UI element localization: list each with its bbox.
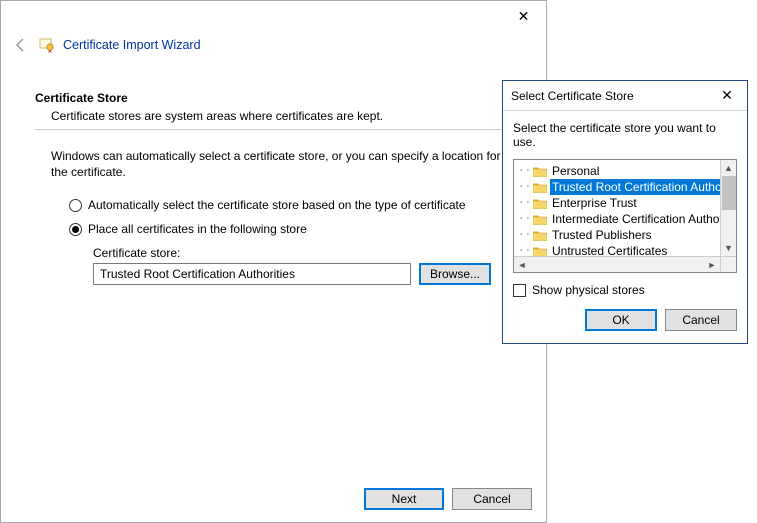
dialog-titlebar: Select Certificate Store ✕ — [503, 81, 747, 111]
tree-item-label: Trusted Root Certification Authorities — [550, 179, 737, 195]
scroll-thumb[interactable] — [722, 176, 736, 210]
folder-icon — [533, 230, 547, 241]
tree-connector-icon: ··· — [518, 163, 530, 179]
wizard-body: Certificate Store Certificate stores are… — [1, 63, 546, 285]
wizard-title: Certificate Import Wizard — [63, 38, 201, 52]
scroll-up-icon[interactable]: ▲ — [721, 160, 736, 176]
tree-connector-icon: ··· — [518, 211, 530, 227]
tree-content: ··· Personal ··· Trusted Root Certificat… — [514, 160, 736, 262]
folder-icon — [533, 214, 547, 225]
tree-item-trusted-root[interactable]: ··· Trusted Root Certification Authoriti… — [518, 179, 736, 195]
scroll-corner — [720, 256, 736, 272]
tree-item-label: Personal — [550, 163, 601, 179]
tree-item-trusted-publishers[interactable]: ··· Trusted Publishers — [518, 227, 736, 243]
certificate-store-label: Certificate store: — [93, 246, 512, 260]
folder-icon — [533, 182, 547, 193]
tree-connector-icon: ··· — [518, 195, 530, 211]
section-subtitle: Certificate stores are system areas wher… — [51, 109, 512, 123]
certificate-store-block: Certificate store: Browse... — [93, 246, 512, 285]
tree-item-enterprise-trust[interactable]: ··· Enterprise Trust — [518, 195, 736, 211]
cancel-button[interactable]: Cancel — [452, 488, 532, 510]
back-arrow-icon[interactable] — [11, 35, 31, 55]
next-button[interactable]: Next — [364, 488, 444, 510]
dialog-footer: OK Cancel — [513, 309, 737, 333]
browse-button[interactable]: Browse... — [419, 263, 491, 285]
ok-button[interactable]: OK — [585, 309, 657, 331]
instruction-paragraph: Windows can automatically select a certi… — [51, 148, 512, 180]
scroll-down-icon[interactable]: ▼ — [721, 240, 736, 256]
certificate-icon — [39, 37, 55, 53]
radio-place-all[interactable]: Place all certificates in the following … — [69, 222, 512, 236]
radio-label: Place all certificates in the following … — [88, 222, 307, 236]
scroll-left-icon[interactable]: ◄ — [514, 257, 530, 273]
horizontal-scrollbar[interactable]: ◄ ► — [514, 256, 720, 272]
radio-icon — [69, 223, 82, 236]
cancel-button[interactable]: Cancel — [665, 309, 737, 331]
vertical-scrollbar[interactable]: ▲ ▼ — [720, 160, 736, 256]
checkbox-icon — [513, 284, 526, 297]
wizard-footer: Next Cancel — [364, 488, 532, 510]
tree-item-label: Intermediate Certification Authorities — [550, 211, 737, 227]
certificate-import-wizard-window: ✕ Certificate Import Wizard Certificate … — [0, 0, 547, 523]
certificate-store-input[interactable] — [93, 263, 411, 285]
select-certificate-store-dialog: Select Certificate Store ✕ Select the ce… — [502, 80, 748, 344]
dialog-prompt: Select the certificate store you want to… — [513, 121, 737, 149]
radio-auto-select[interactable]: Automatically select the certificate sto… — [69, 198, 512, 212]
close-icon[interactable]: ✕ — [707, 82, 747, 110]
wizard-titlebar: ✕ — [1, 1, 546, 31]
radio-group: Automatically select the certificate sto… — [69, 198, 512, 236]
show-physical-stores-checkbox[interactable]: Show physical stores — [513, 283, 737, 297]
radio-label: Automatically select the certificate sto… — [88, 198, 466, 212]
dialog-title: Select Certificate Store — [511, 89, 634, 103]
folder-icon — [533, 246, 547, 257]
wizard-header: Certificate Import Wizard — [1, 31, 546, 63]
certificate-store-tree[interactable]: ··· Personal ··· Trusted Root Certificat… — [513, 159, 737, 273]
tree-item-personal[interactable]: ··· Personal — [518, 163, 736, 179]
tree-item-intermediate-ca[interactable]: ··· Intermediate Certification Authoriti… — [518, 211, 736, 227]
dialog-body: Select the certificate store you want to… — [503, 111, 747, 343]
checkbox-label: Show physical stores — [532, 283, 645, 297]
radio-icon — [69, 199, 82, 212]
scroll-right-icon[interactable]: ► — [704, 257, 720, 273]
tree-connector-icon: ··· — [518, 179, 530, 195]
section-title: Certificate Store — [35, 91, 512, 105]
tree-item-label: Trusted Publishers — [550, 227, 654, 243]
divider — [35, 129, 512, 130]
folder-icon — [533, 198, 547, 209]
tree-connector-icon: ··· — [518, 227, 530, 243]
tree-item-label: Enterprise Trust — [550, 195, 639, 211]
close-icon[interactable]: ✕ — [501, 2, 546, 30]
folder-icon — [533, 166, 547, 177]
